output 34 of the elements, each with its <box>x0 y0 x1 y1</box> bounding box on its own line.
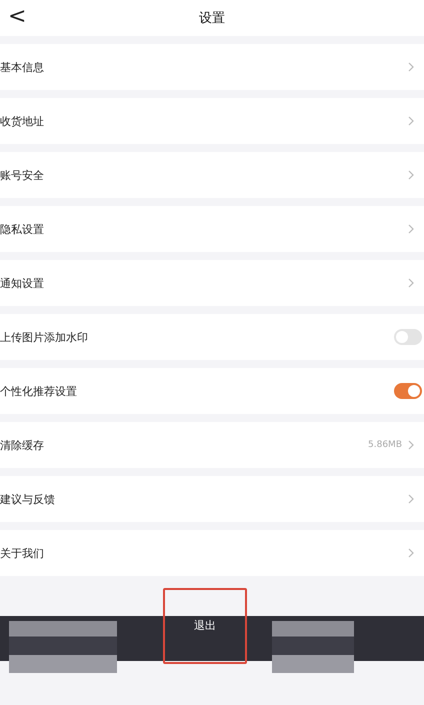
settings-row[interactable]: 关于我们 <box>0 530 424 576</box>
row-label: 通知设置 <box>0 276 44 290</box>
row-label: 账号安全 <box>0 168 44 182</box>
toggle-switch[interactable] <box>394 383 422 399</box>
settings-row[interactable]: 个性化推荐设置 <box>0 368 424 414</box>
row-label: 建议与反馈 <box>0 492 55 506</box>
chevron-icon <box>408 224 414 234</box>
settings-row[interactable]: 建议与反馈 <box>0 476 424 522</box>
chevron-icon <box>408 62 414 72</box>
settings-row[interactable]: 基本信息 <box>0 44 424 90</box>
settings-row[interactable]: 清除缓存 5.86MB <box>0 422 424 468</box>
cache-size: 5.86MB <box>368 440 402 450</box>
row-label: 收货地址 <box>0 114 44 128</box>
chevron-icon <box>408 548 414 558</box>
chevron-icon <box>408 170 414 180</box>
logout-button[interactable]: 退出 <box>163 588 247 664</box>
settings-row[interactable]: 隐私设置 <box>0 206 424 252</box>
chevron-icon <box>408 116 414 126</box>
page-title: 设置 <box>199 10 225 27</box>
row-label: 关于我们 <box>0 546 44 560</box>
settings-row[interactable]: 上传图片添加水印 <box>0 314 424 360</box>
row-label: 基本信息 <box>0 60 44 74</box>
chevron-icon <box>408 494 414 504</box>
row-label: 清除缓存 <box>0 438 44 452</box>
toggle-switch[interactable] <box>394 329 422 345</box>
row-label: 隐私设置 <box>0 222 44 236</box>
settings-row[interactable]: 账号安全 <box>0 152 424 198</box>
settings-row[interactable]: 通知设置 <box>0 260 424 306</box>
settings-row[interactable]: 收货地址 <box>0 98 424 144</box>
chevron-icon <box>408 440 414 450</box>
row-label: 上传图片添加水印 <box>0 330 88 344</box>
back-button[interactable]: < <box>4 4 30 30</box>
chevron-icon <box>408 278 414 288</box>
row-label: 个性化推荐设置 <box>0 384 77 398</box>
